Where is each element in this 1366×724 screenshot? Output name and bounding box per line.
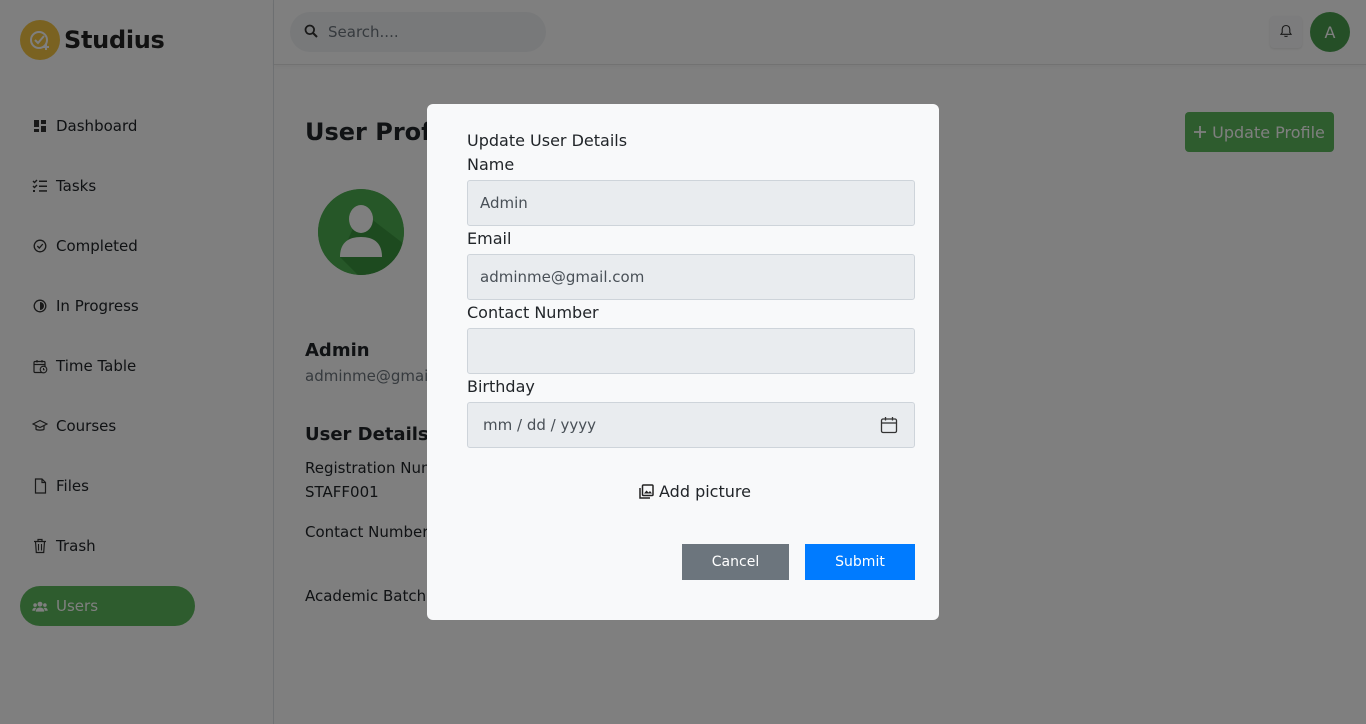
- birthday-placeholder: mm / dd / yyyy: [483, 416, 596, 434]
- name-field[interactable]: [467, 180, 915, 226]
- update-user-modal: Update User Details Name Email Contact N…: [427, 104, 939, 620]
- images-icon: [639, 484, 655, 500]
- add-picture-label: Add picture: [659, 482, 751, 501]
- calendar-icon[interactable]: [880, 416, 898, 434]
- email-label: Email: [467, 229, 512, 248]
- add-picture-button[interactable]: Add picture: [639, 482, 751, 501]
- contact-number-field[interactable]: [467, 328, 915, 374]
- submit-button[interactable]: Submit: [805, 544, 915, 580]
- cancel-button[interactable]: Cancel: [682, 544, 789, 580]
- contact-number-label: Contact Number: [467, 303, 599, 322]
- birthday-date-field[interactable]: mm / dd / yyyy: [467, 402, 915, 448]
- birthday-label: Birthday: [467, 377, 535, 396]
- email-field[interactable]: [467, 254, 915, 300]
- modal-title: Update User Details: [467, 131, 628, 150]
- name-label: Name: [467, 155, 515, 174]
